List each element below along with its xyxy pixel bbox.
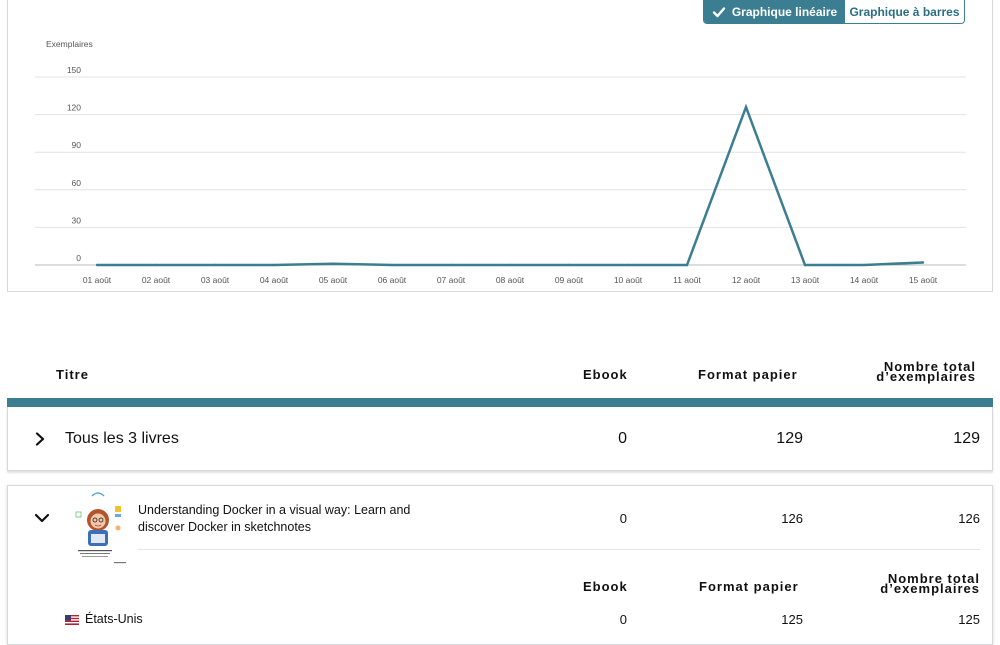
data-point[interactable] [862,263,866,267]
x-tick-label: 14 août [850,275,879,285]
marketplace-total-value: 125 [958,612,980,627]
data-point[interactable] [449,263,453,267]
summary-ebook-value: 0 [618,430,627,447]
x-tick-label: 15 août [909,275,938,285]
x-tick-label: 12 août [732,275,761,285]
x-tick-label: 11 août [673,275,701,285]
summary-total-value: 129 [953,430,980,447]
us-flag-icon [65,615,79,625]
y-axis-ticks: 0 30 60 90 120 150 [67,65,81,263]
x-tick-label: 02 août [142,275,171,285]
x-tick-label: 04 août [260,275,289,285]
x-tick-label: 05 août [319,275,348,285]
data-point[interactable] [331,262,335,265]
x-tick-label: 07 août [437,275,466,285]
data-point[interactable] [390,263,394,267]
book-total-value: 126 [958,511,980,526]
x-tick-label: 13 août [791,275,820,285]
x-tick-label: 06 août [378,275,407,285]
x-tick-label: 09 août [555,275,584,285]
line-chart: Exemplaires 0 30 60 90 120 150 01 août 02 août… [35,39,966,285]
y-tick-label: 0 [76,253,81,263]
x-axis-ticks: 01 août 02 août 03 août 04 août 05 août 06 ao… [83,275,938,285]
book-title[interactable]: Understanding Docker in a visual way: Le… [138,502,410,536]
data-point[interactable] [803,263,807,267]
data-point[interactable] [685,263,689,267]
book-cover-thumbnail[interactable] [68,490,132,570]
marketplace-paper-value: 125 [781,612,803,627]
y-tick-label: 60 [72,178,82,188]
book-title-line1: Understanding Docker in a visual way: Le… [138,503,411,517]
book-row-divider [138,549,980,550]
x-tick-label: 08 août [496,275,525,285]
x-tick-label: 01 août [83,275,112,285]
book-ebook-value: 0 [619,511,627,526]
book-paper-value: 126 [781,511,803,526]
x-tick-label: 03 août [201,275,230,285]
chevron-down-icon[interactable] [34,512,50,524]
data-point[interactable] [213,263,217,267]
subheader-paper: Format papier [699,579,799,594]
column-header-total-line2: d’exemplaires [876,369,976,384]
column-header-ebook[interactable]: Ebook [583,367,628,382]
y-tick-label: 90 [72,140,82,150]
data-point[interactable] [508,263,512,267]
y-axis-label: Exemplaires [46,39,93,49]
y-tick-label: 150 [67,65,81,75]
x-tick-label: 10 août [614,275,643,285]
chevron-right-icon[interactable] [34,432,46,446]
marketplace-name: États-Unis [85,612,143,626]
y-tick-label: 30 [72,215,82,225]
book-title-line2: discover Docker in sketchnotes [138,520,311,534]
summary-paper-value: 129 [776,430,803,447]
data-point[interactable] [567,263,571,267]
data-point[interactable] [921,261,925,264]
y-tick-label: 120 [67,103,81,113]
subheader-ebook: Ebook [583,579,628,594]
data-point[interactable] [626,263,630,267]
table-header-divider [7,398,993,407]
column-header-total[interactable]: Nombre total d’exemplaires [876,360,976,384]
subheader-total-line2: d’exemplaires [880,581,980,596]
book-row[interactable]: Understanding Docker in a visual way: Le… [7,485,993,645]
column-header-title[interactable]: Titre [56,367,89,382]
data-point[interactable] [272,263,276,267]
chart-grid [35,76,966,266]
column-header-paper[interactable]: Format papier [698,367,798,382]
data-point[interactable] [154,263,158,267]
series-line [97,103,924,267]
summary-label: Tous les 3 livres [65,430,179,447]
subheader-total: Nombre total d’exemplaires [880,572,980,596]
chart-series [95,103,925,267]
marketplace-ebook-value: 0 [619,612,627,627]
data-point[interactable] [744,105,748,109]
summary-row[interactable]: Tous les 3 livres 0 129 129 [7,407,993,471]
data-point[interactable] [95,263,99,267]
sales-chart-panel: Graphique linéaire Graphique à barres Ex… [7,0,993,292]
